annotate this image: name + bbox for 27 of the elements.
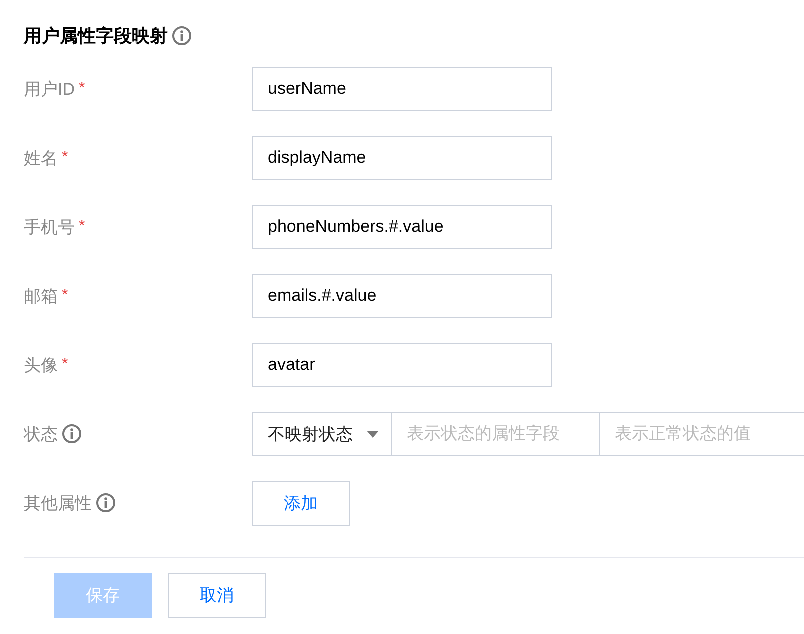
field-label: 状态: [24, 424, 58, 446]
input-field[interactable]: displayName: [252, 136, 552, 180]
field-label: 用户ID: [24, 78, 75, 100]
status-dropdown[interactable]: 不映射状态: [252, 412, 392, 456]
required-mark: *: [79, 218, 86, 236]
required-mark: *: [62, 287, 68, 305]
info-icon[interactable]: [62, 424, 82, 444]
field-label: 姓名: [24, 148, 58, 170]
info-icon[interactable]: [96, 493, 116, 513]
cancel-button[interactable]: 取消: [168, 573, 266, 618]
section-title: 用户属性字段映射: [24, 25, 168, 48]
input-field[interactable]: 表示状态的属性字段: [392, 412, 600, 456]
input-field[interactable]: 表示正常状态的值: [600, 412, 804, 456]
field-label: 邮箱: [24, 286, 58, 308]
field-label: 手机号: [24, 216, 75, 238]
input-field[interactable]: emails.#.value: [252, 274, 552, 318]
input-field[interactable]: userName: [252, 67, 552, 111]
add-button[interactable]: 添加: [252, 480, 350, 526]
required-mark: *: [62, 149, 68, 167]
field-label: 头像: [24, 354, 58, 376]
field-label: 其他属性: [24, 492, 92, 514]
required-mark: *: [62, 356, 68, 374]
input-field[interactable]: avatar: [252, 343, 552, 387]
required-mark: *: [79, 80, 86, 98]
caret-icon: [367, 430, 379, 438]
info-icon[interactable]: [172, 26, 192, 46]
input-field[interactable]: phoneNumbers.#.value: [252, 205, 552, 249]
